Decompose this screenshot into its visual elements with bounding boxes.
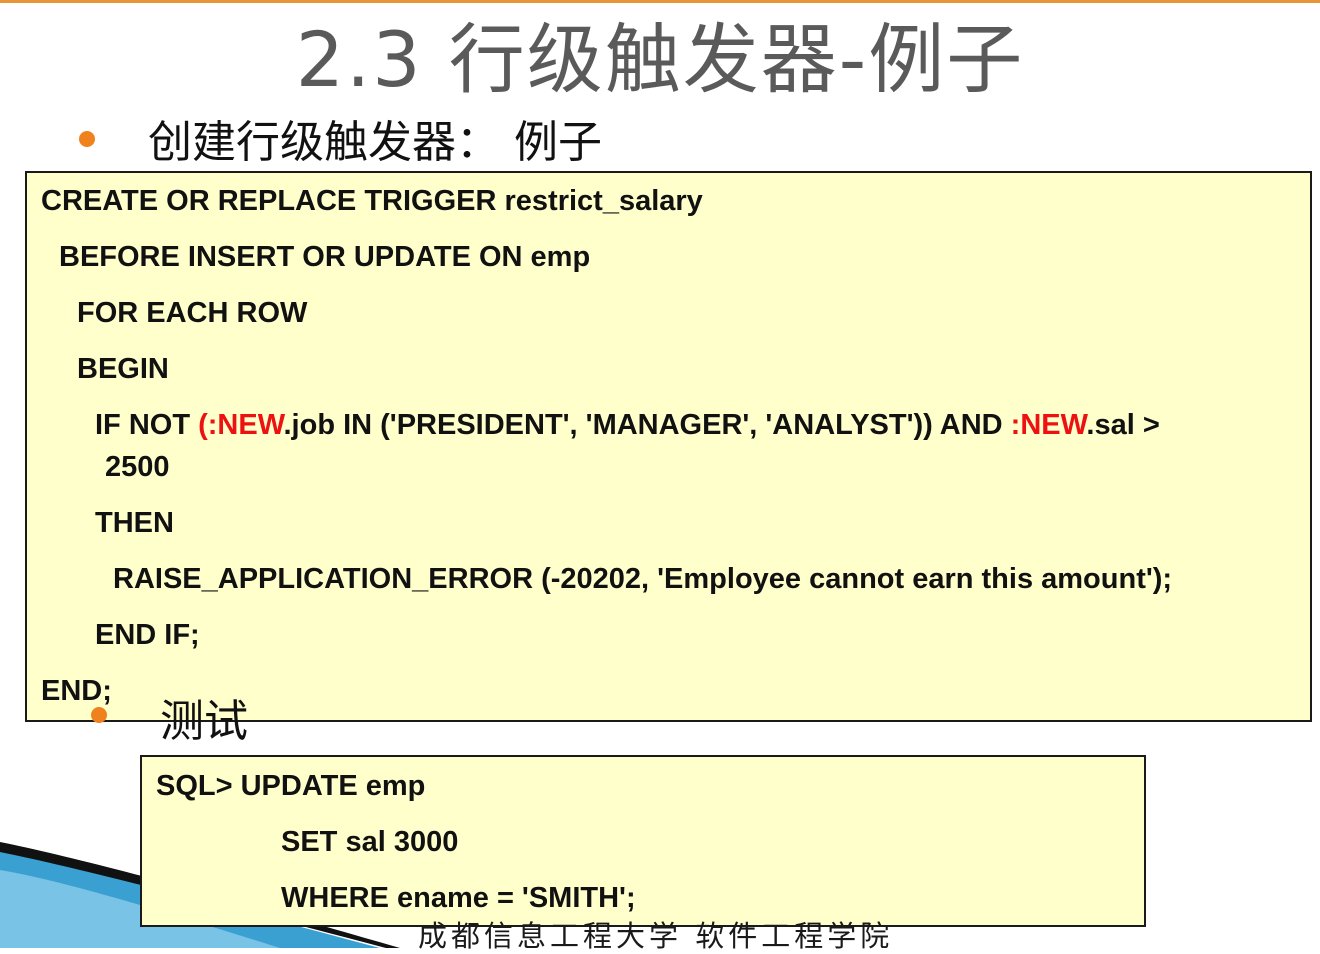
footer-institution: 成都信息工程大学 软件工程学院 <box>418 919 894 953</box>
code-new-keyword: :NEW <box>1010 409 1087 441</box>
code-for-each-row: FOR EACH ROW <box>77 297 308 329</box>
code-begin: BEGIN <box>77 353 169 385</box>
test-update-emp: SQL> UPDATE emp <box>156 770 426 802</box>
code-create-trigger: CREATE OR REPLACE TRIGGER restrict_salar… <box>41 185 703 217</box>
code-before-insert: BEFORE INSERT OR UPDATE ON emp <box>59 241 591 273</box>
code-if-value: 2500 <box>105 451 170 483</box>
bullet-icon <box>79 131 95 147</box>
code-raise-error: RAISE_APPLICATION_ERROR (-20202, 'Employ… <box>113 563 1173 595</box>
code-end: END; <box>41 675 112 707</box>
test-where-ename: WHERE ename = 'SMITH'; <box>281 882 636 914</box>
top-accent-rule <box>0 0 1320 3</box>
bullet-test: 测试 <box>160 696 248 747</box>
code-end-if: END IF; <box>95 619 200 651</box>
slide-title: 2.3 行级触发器-例子 <box>295 15 1025 104</box>
test-set-sal: SET sal 3000 <box>281 826 459 858</box>
code-then: THEN <box>95 507 174 539</box>
bullet-icon <box>91 707 107 723</box>
code-sal: .sal > <box>1086 409 1160 441</box>
code-job-in: .job IN ('PRESIDENT', 'MANAGER', 'ANALYS… <box>283 409 1011 441</box>
code-if-not: IF NOT <box>95 409 199 441</box>
bullet-create-trigger: 创建行级触发器： 例子 <box>148 117 602 168</box>
code-if-condition: IF NOT (:NEW.job IN ('PRESIDENT', 'MANAG… <box>95 408 1160 442</box>
code-new-keyword: (:NEW <box>198 409 284 441</box>
